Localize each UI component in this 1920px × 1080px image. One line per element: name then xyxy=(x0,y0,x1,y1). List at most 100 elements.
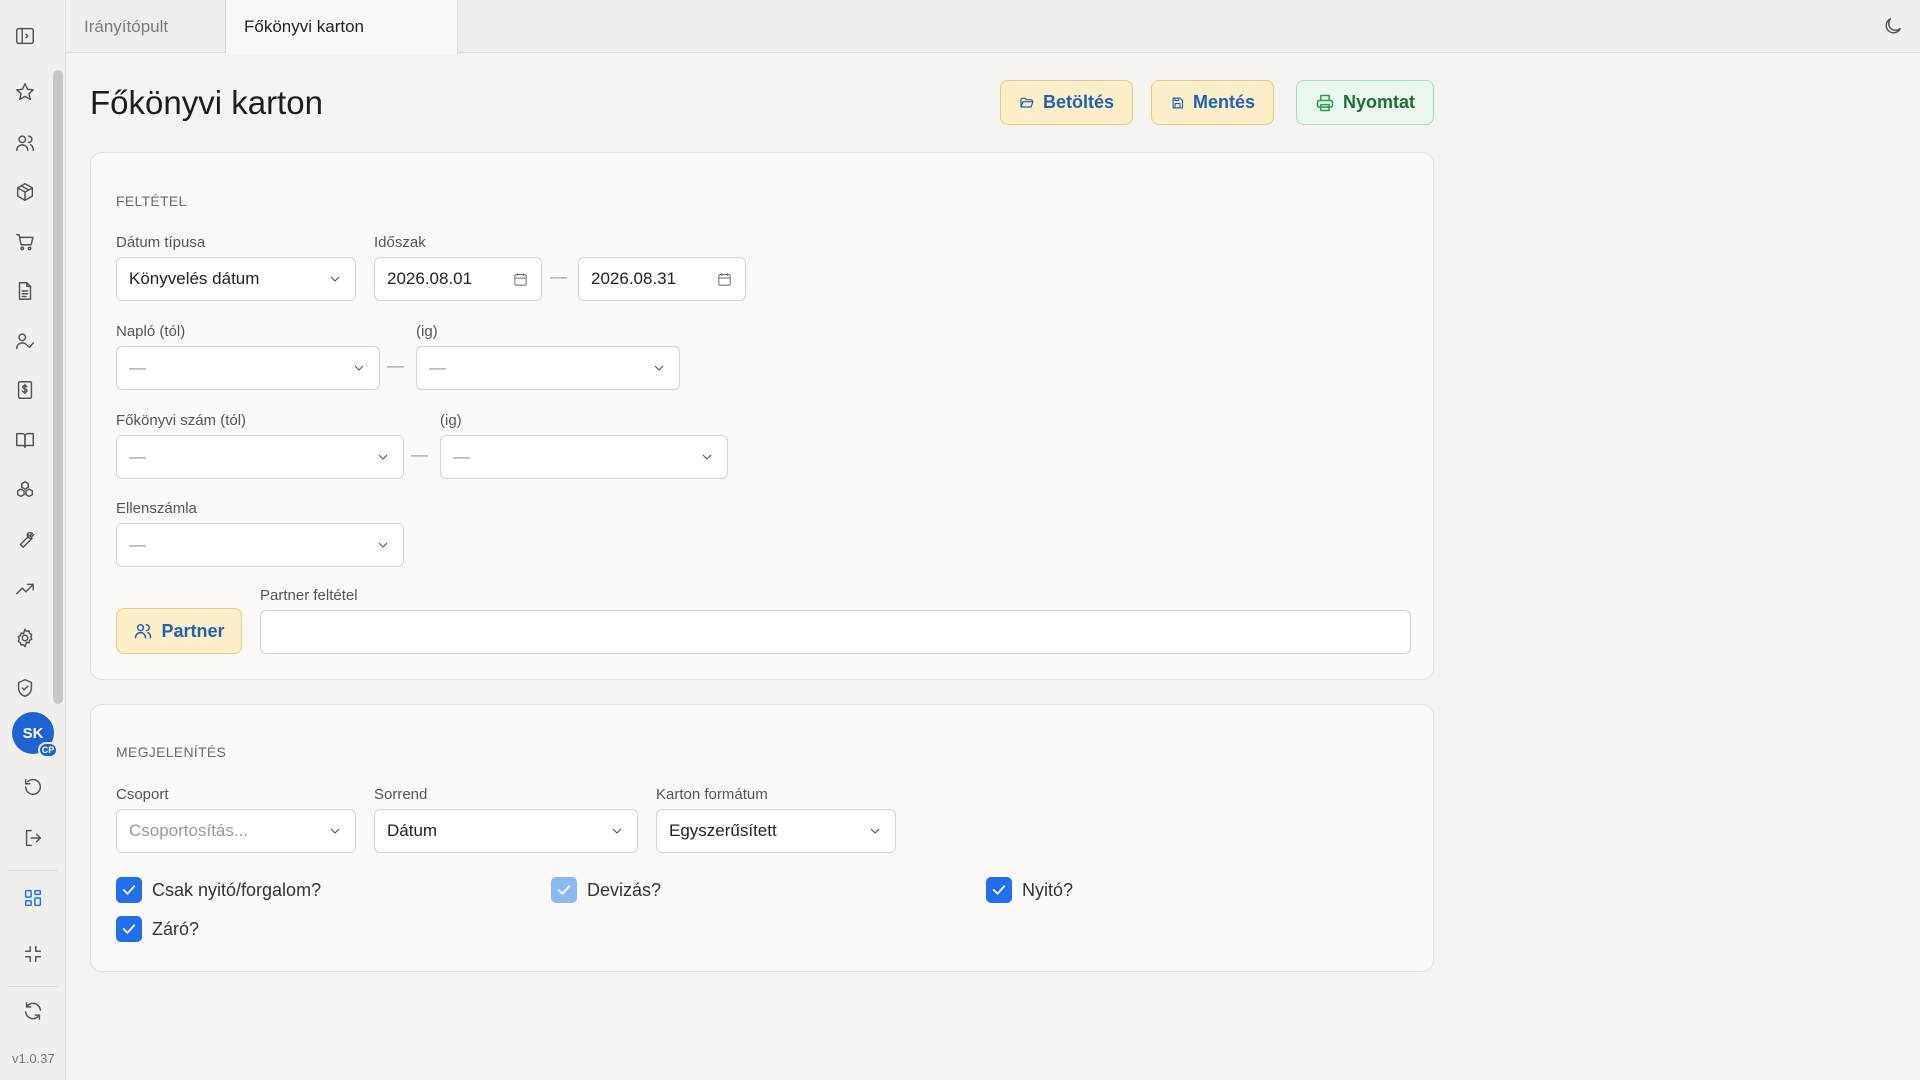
journal-separator: — xyxy=(387,356,404,375)
check-icon xyxy=(557,885,571,895)
boxes-icon[interactable] xyxy=(13,478,37,502)
journal-to-select[interactable]: — xyxy=(416,346,680,390)
users-icon xyxy=(135,624,152,639)
tab-fokonyvi-karton[interactable]: Főkönyvi karton xyxy=(226,0,458,54)
account-from-select[interactable]: — xyxy=(116,435,404,479)
load-button[interactable]: Betöltés xyxy=(1000,80,1133,125)
account-from-value: — xyxy=(129,447,146,466)
currency-checkbox[interactable]: Devizás? xyxy=(551,877,661,903)
checkbox-box[interactable] xyxy=(116,916,142,942)
date-type-value: Könyvelés dátum xyxy=(129,269,260,288)
users-icon[interactable] xyxy=(13,131,37,155)
account-to-select[interactable]: — xyxy=(440,435,728,479)
only-opening-turnover-checkbox[interactable]: Csak nyitó/forgalom? xyxy=(116,877,321,903)
opening-checkbox[interactable]: Nyitó? xyxy=(986,877,1073,903)
minimize-icon[interactable] xyxy=(21,942,45,966)
print-button-label: Nyomtat xyxy=(1342,92,1415,112)
partner-filter-input[interactable] xyxy=(260,610,1411,654)
trending-up-icon[interactable] xyxy=(13,577,37,601)
account-to-label: (ig) xyxy=(440,412,462,429)
display-card: MEGJELENÍTÉS Csoport Csoportosítás... So… xyxy=(90,704,1434,972)
counter-account-select[interactable]: — xyxy=(116,523,404,567)
tab-iranyitopult[interactable]: Irányítópult xyxy=(66,0,226,53)
logout-icon[interactable] xyxy=(21,826,45,850)
chevron-down-icon xyxy=(702,454,712,460)
save-icon xyxy=(1172,96,1184,109)
calendar-icon[interactable] xyxy=(716,271,733,288)
counter-account-label: Ellenszámla xyxy=(116,500,197,517)
star-icon[interactable] xyxy=(13,80,37,104)
checkbox-label: Devizás? xyxy=(587,879,662,900)
document-icon[interactable] xyxy=(13,279,37,303)
period-separator: — xyxy=(550,267,567,286)
sidebar: SK CP v1.0.37 xyxy=(0,0,66,1080)
moon-icon[interactable] xyxy=(1882,15,1906,39)
checkbox-label: Záró? xyxy=(152,918,200,939)
history-icon[interactable] xyxy=(21,775,45,799)
counter-account-value: — xyxy=(129,535,146,554)
checkbox-box[interactable] xyxy=(116,877,142,903)
sidebar-toggle-icon[interactable] xyxy=(13,24,37,48)
chevron-down-icon xyxy=(378,454,388,460)
user-check-icon[interactable] xyxy=(13,329,37,353)
refresh-icon[interactable] xyxy=(21,999,45,1023)
check-icon xyxy=(992,885,1006,895)
journal-from-label: Napló (tól) xyxy=(116,323,186,340)
group-label: Csoport xyxy=(116,786,169,803)
check-icon xyxy=(122,885,136,895)
checkbox-box[interactable] xyxy=(986,877,1012,903)
account-to-value: — xyxy=(453,447,470,466)
date-type-label: Dátum típusa xyxy=(116,234,206,251)
calendar-icon[interactable] xyxy=(512,271,529,288)
display-section-title: MEGJELENÍTÉS xyxy=(116,744,227,760)
chevron-down-icon xyxy=(612,828,622,834)
cart-icon[interactable] xyxy=(13,230,37,254)
print-button[interactable]: Nyomtat xyxy=(1296,80,1434,125)
tab-bar: Irányítópult Főkönyvi karton xyxy=(66,0,1920,54)
version-label: v1.0.37 xyxy=(12,1051,55,1066)
period-to-value: 2026.08.31 xyxy=(591,269,677,288)
save-button[interactable]: Mentés xyxy=(1151,80,1274,125)
journal-to-value: — xyxy=(429,358,446,377)
folder-open-icon xyxy=(1020,97,1034,108)
period-from-input[interactable]: 2026.08.01 xyxy=(374,257,542,301)
checkbox-label: Csak nyitó/forgalom? xyxy=(152,879,322,900)
order-value: Dátum xyxy=(387,821,438,840)
checkbox-label: Nyitó? xyxy=(1022,879,1074,900)
shield-check-icon[interactable] xyxy=(13,676,37,700)
chevron-down-icon xyxy=(378,542,388,548)
printer-icon xyxy=(1316,94,1334,111)
group-select[interactable]: Csoportosítás... xyxy=(116,809,356,853)
group-placeholder: Csoportosítás... xyxy=(129,821,249,840)
order-select[interactable]: Dátum xyxy=(374,809,638,853)
chevron-down-icon xyxy=(330,276,340,282)
page-title: Főkönyvi karton xyxy=(90,84,323,121)
dashboard-icon[interactable] xyxy=(21,886,45,910)
sidebar-scrollbar[interactable] xyxy=(53,70,63,704)
order-label: Sorrend xyxy=(374,786,428,803)
save-button-label: Mentés xyxy=(1192,92,1255,112)
gear-icon[interactable] xyxy=(13,626,37,650)
filter-card: FELTÉTEL Dátum típusa Könyvelés dátum Id… xyxy=(90,152,1434,680)
journal-from-value: — xyxy=(129,358,146,377)
checkbox-box[interactable] xyxy=(551,877,577,903)
invoice-icon[interactable] xyxy=(13,378,37,402)
date-type-select[interactable]: Könyvelés dátum xyxy=(116,257,356,301)
filter-section-title: FELTÉTEL xyxy=(116,193,187,209)
closing-checkbox[interactable]: Záró? xyxy=(116,916,199,942)
period-from-value: 2026.08.01 xyxy=(387,269,473,288)
avatar-initials: SK xyxy=(22,724,44,742)
journal-from-select[interactable]: — xyxy=(116,346,380,390)
format-select[interactable]: Egyszerűsített xyxy=(656,809,896,853)
account-separator: — xyxy=(411,445,428,464)
chevron-down-icon xyxy=(870,828,880,834)
package-icon[interactable] xyxy=(13,180,37,204)
book-icon[interactable] xyxy=(13,428,37,452)
partner-button-label: Partner xyxy=(161,620,225,641)
wrench-icon[interactable] xyxy=(13,527,37,551)
period-to-input[interactable]: 2026.08.31 xyxy=(578,257,746,301)
period-label: Időszak xyxy=(374,234,426,251)
partner-button[interactable]: Partner xyxy=(116,608,242,654)
sidebar-divider xyxy=(8,986,58,987)
format-value: Egyszerűsített xyxy=(669,821,777,840)
